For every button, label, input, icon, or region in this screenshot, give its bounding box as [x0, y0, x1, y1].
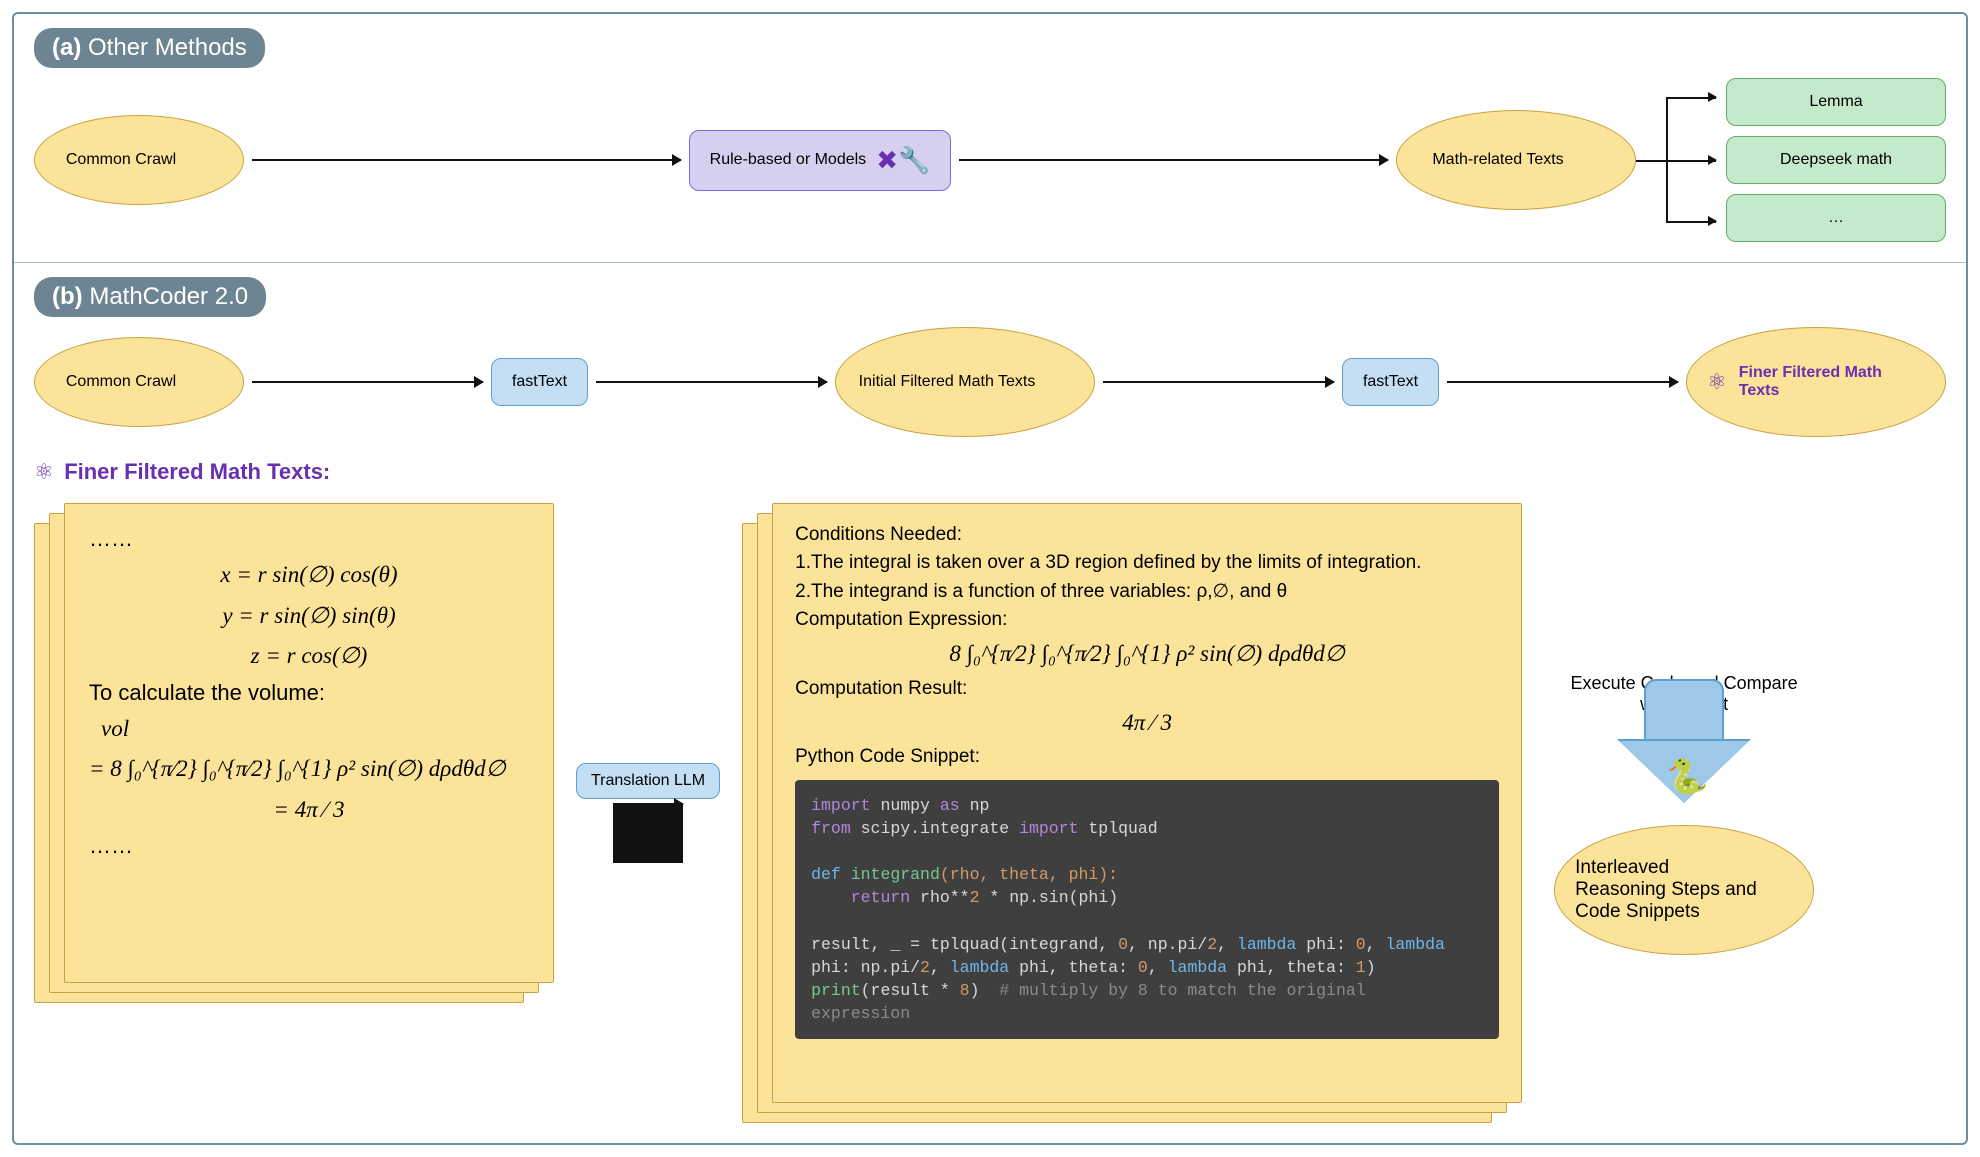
node-translation-llm: Translation LLM [576, 763, 720, 799]
python-icon: 🐍 [1666, 757, 1708, 797]
node-label: Translation LLM [591, 772, 705, 790]
arrow [613, 803, 683, 863]
panel-b-label: (b) MathCoder 2.0 [34, 277, 266, 317]
finer-filtered-heading-row: ⚛ Finer Filtered Math Texts: [34, 459, 1946, 485]
panel-a-flow: Common Crawl Rule-based or Models ✖🔧 Mat… [34, 78, 1946, 242]
node-final-output: Interleaved Reasoning Steps and Code Sni… [1554, 825, 1814, 955]
panel-b-title: MathCoder 2.0 [89, 283, 248, 310]
output-etc: … [1726, 194, 1946, 242]
branch-lines [1636, 85, 1726, 235]
code-snippet: import numpy as np from scipy.integrate … [795, 780, 1499, 1039]
panel-a: (a) Other Methods Common Crawl Rule-base… [14, 14, 1966, 263]
python-title: Python Code Snippet: [795, 746, 1499, 768]
diagram-container: (a) Other Methods Common Crawl Rule-base… [12, 12, 1968, 1145]
arrow [1447, 381, 1678, 383]
arrow [252, 381, 483, 383]
panel-a-label: (a) Other Methods [34, 28, 265, 68]
output-label: Lemma [1809, 93, 1862, 111]
node-label: fastText [512, 373, 567, 391]
translation-llm-block: Translation LLM [576, 763, 720, 863]
panel-a-prefix: (a) [52, 34, 81, 61]
node-label: Interleaved Reasoning Steps and Code Sni… [1575, 857, 1757, 923]
database-icon [184, 366, 212, 398]
finer-filtered-heading: Finer Filtered Math Texts: [64, 459, 330, 484]
dots: …… [89, 526, 529, 552]
database-icon [1897, 366, 1925, 398]
integral-expr: = 8 ∫₀^{π⁄2} ∫₀^{π⁄2} ∫₀^{1} ρ² sin(∅) d… [89, 752, 529, 787]
condition-2: 2.The integrand is a function of three v… [795, 580, 1499, 603]
database-icon [1043, 366, 1071, 398]
eq-z: z = r cos(∅) [89, 639, 529, 674]
node-common-crawl-a: Common Crawl [34, 115, 244, 205]
execute-column: Execute Code and Compare with Result 🐍 I… [1544, 671, 1824, 955]
panel-b-flow-bottom: …… x = r sin(∅) cos(θ) y = r sin(∅) sin(… [34, 503, 1946, 1123]
arrow [252, 159, 681, 161]
node-label: Rule-based or Models [710, 151, 867, 169]
node-label: Common Crawl [66, 151, 176, 169]
eq-x: x = r sin(∅) cos(θ) [89, 558, 529, 593]
node-label: Finer Filtered Math Texts [1739, 364, 1889, 400]
generated-output-front: Conditions Needed: 1.The integral is tak… [772, 503, 1522, 1103]
comp-result-title: Computation Result: [795, 678, 1499, 700]
arrow [959, 159, 1388, 161]
atom-icon: ⚛ [1707, 369, 1727, 395]
atom-icon: ⚛ [34, 459, 54, 484]
database-icon [1765, 874, 1793, 906]
panel-b-flow-top: Common Crawl fastText Initial Filtered M… [34, 327, 1946, 437]
example-doc-front: …… x = r sin(∅) cos(θ) y = r sin(∅) sin(… [64, 503, 554, 983]
node-finer-filtered: ⚛ Finer Filtered Math Texts [1686, 327, 1946, 437]
integral-result: = 4π ⁄ 3 [89, 793, 529, 828]
comp-result: 4π ⁄ 3 [795, 706, 1499, 741]
comp-expr: 8 ∫₀^{π⁄2} ∫₀^{π⁄2} ∫₀^{1} ρ² sin(∅) dρd… [795, 637, 1499, 672]
execute-arrow: Execute Code and Compare with Result 🐍 [1594, 671, 1774, 811]
database-icon [1572, 144, 1600, 176]
example-doc-card: …… x = r sin(∅) cos(θ) y = r sin(∅) sin(… [34, 503, 554, 1003]
wrench-icon: ✖🔧 [876, 145, 930, 176]
output-deepseek: Deepseek math [1726, 136, 1946, 184]
node-initial-filtered: Initial Filtered Math Texts [835, 327, 1095, 437]
node-fasttext-1: fastText [491, 358, 588, 406]
condition-1: 1.The integral is taken over a 3D region… [795, 552, 1499, 574]
branch: Lemma Deepseek math … [1636, 78, 1946, 242]
generated-output-card: Conditions Needed: 1.The integral is tak… [742, 503, 1522, 1123]
node-label: fastText [1363, 373, 1418, 391]
node-fasttext-2: fastText [1342, 358, 1439, 406]
panel-a-title: Other Methods [88, 34, 247, 61]
comp-expr-title: Computation Expression: [795, 609, 1499, 631]
node-common-crawl-b: Common Crawl [34, 337, 244, 427]
conditions-title: Conditions Needed: [795, 524, 1499, 546]
node-rule-models: Rule-based or Models ✖🔧 [689, 130, 952, 191]
panel-b-prefix: (b) [52, 283, 83, 310]
database-icon [184, 144, 212, 176]
eq-y: y = r sin(∅) sin(θ) [89, 599, 529, 634]
output-lemma: Lemma [1726, 78, 1946, 126]
node-math-texts: Math-related Texts [1396, 110, 1636, 210]
vol-var: vol [89, 712, 529, 747]
dots: …… [89, 833, 529, 859]
output-label: … [1828, 209, 1844, 227]
panel-b: (b) MathCoder 2.0 Common Crawl fastText … [14, 263, 1966, 1143]
arrow [1103, 381, 1334, 383]
to-calculate: To calculate the volume: [89, 680, 529, 706]
node-label: Common Crawl [66, 373, 176, 391]
node-label: Initial Filtered Math Texts [859, 373, 1036, 391]
output-label: Deepseek math [1780, 151, 1892, 169]
outputs-stack: Lemma Deepseek math … [1726, 78, 1946, 242]
arrow [596, 381, 827, 383]
node-label: Math-related Texts [1432, 151, 1563, 169]
